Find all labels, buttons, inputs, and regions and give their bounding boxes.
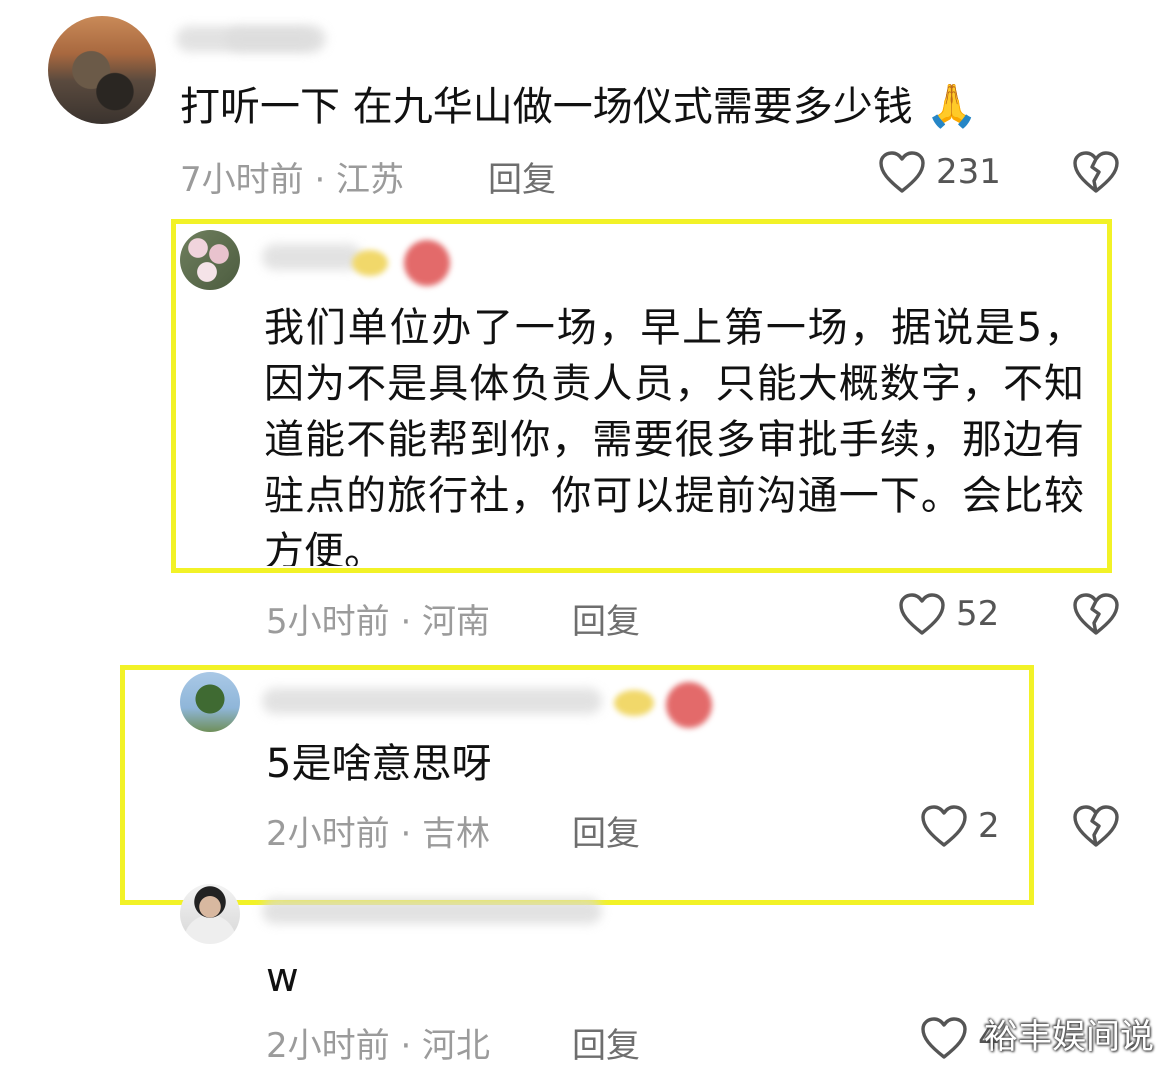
avatar[interactable] [48,16,156,124]
heart-icon[interactable] [878,150,926,194]
reply-button[interactable]: 回复 [572,806,640,855]
blurred-badge [352,250,388,276]
comment-text-content: 打听一下 在九华山做一场仪式需要多少钱 [180,84,913,130]
heart-icon[interactable] [898,592,946,636]
broken-heart-icon[interactable] [1072,150,1120,194]
heart-icon[interactable] [920,804,968,848]
like-count: 52 [956,594,1000,634]
comment-time-location: 7小时前 · 江苏 [180,160,405,200]
like-count: 231 [936,152,1001,192]
avatar[interactable] [180,672,240,732]
comment-text: 5是啥意思呀 [266,741,492,787]
praying-hands-emoji: 🙏 [925,81,978,130]
comment-time-location: 5小时前 · 河南 [266,602,491,642]
comment-text: w [266,955,299,1001]
blurred-username [262,244,362,270]
comment-text: 打听一下 在九华山做一场仪式需要多少钱 🙏 [180,78,978,135]
comment-time-location: 2小时前 · 吉林 [266,814,491,854]
blurred-username [262,898,602,924]
broken-heart-icon[interactable] [1072,592,1120,636]
blurred-badge [614,690,654,716]
comment-time-location: 2小时前 · 河北 [266,1026,491,1066]
blurred-username [262,688,602,714]
reply-button[interactable]: 回复 [572,594,640,643]
reply-button[interactable]: 回复 [488,152,556,201]
blurred-badge [666,682,712,728]
reply-button[interactable]: 回复 [572,1018,640,1067]
heart-icon[interactable] [920,1016,968,1060]
avatar[interactable] [180,884,240,944]
like-count: 2 [978,806,1000,846]
blurred-badge [404,240,450,286]
watermark: 裕丰娱间说 [984,1017,1154,1057]
broken-heart-icon[interactable] [1072,804,1120,848]
blurred-badge [226,26,316,52]
comment-text: 我们单位办了一场，早上第一场，据说是5，因为不是具体负责人员，只能大概数字，不知… [264,305,1084,566]
avatar[interactable] [180,230,240,290]
